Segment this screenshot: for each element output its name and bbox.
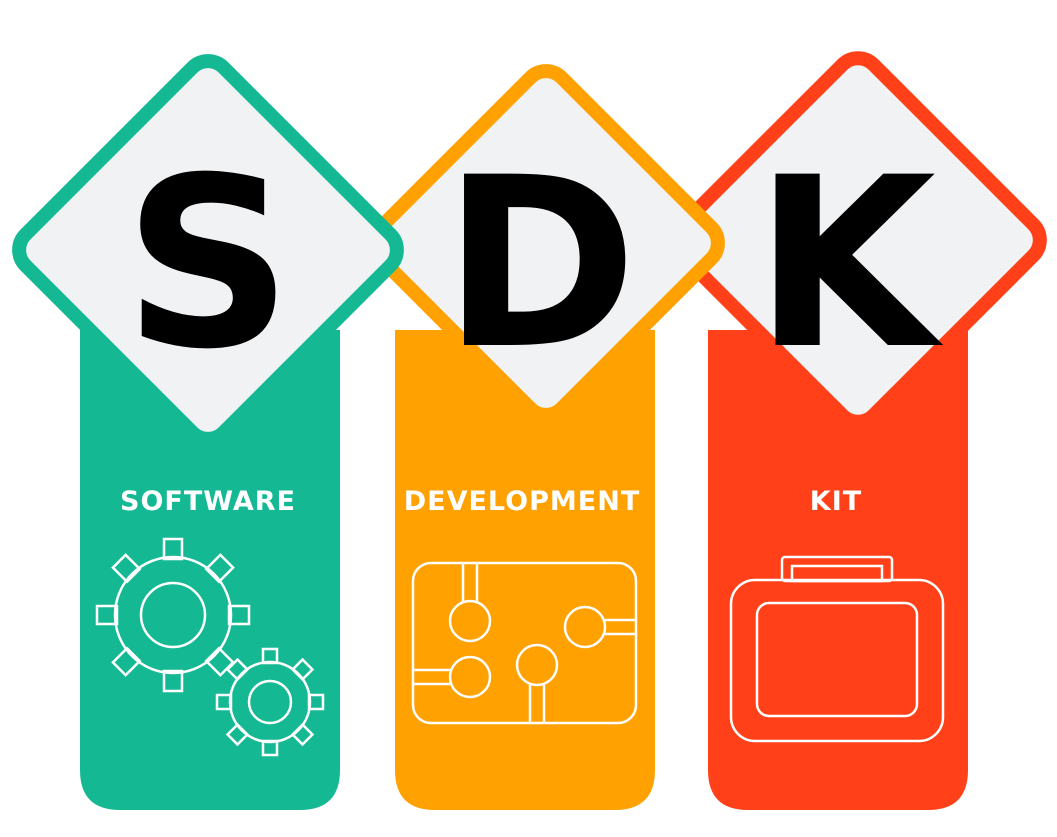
- sdk-infographic: S D K SOFTWARE DEVELOPMENT KIT: [12, 51, 1047, 810]
- development-label: DEVELOPMENT: [404, 486, 641, 517]
- letter-d: D: [442, 128, 637, 401]
- letter-s: S: [123, 128, 292, 401]
- kit-label: KIT: [810, 486, 862, 517]
- letter-k: K: [754, 128, 944, 401]
- software-label: SOFTWARE: [120, 486, 296, 517]
